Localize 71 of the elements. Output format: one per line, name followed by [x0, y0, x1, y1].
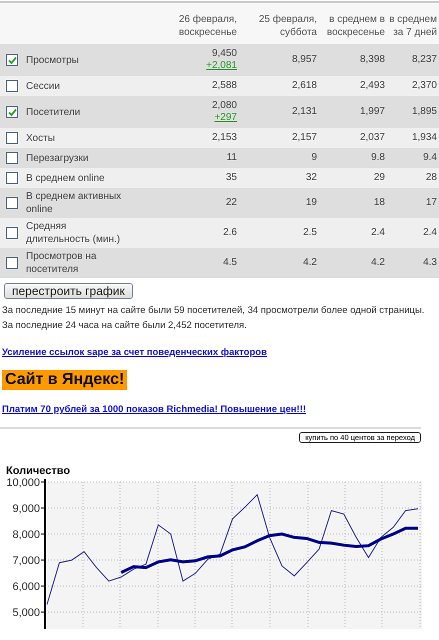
table-cell-text: 17	[424, 197, 437, 209]
row-label: Перезагрузки	[26, 152, 88, 164]
table-cell-text: 18	[372, 197, 385, 209]
ad-banner[interactable]: Сайт в Яндекс!	[2, 370, 128, 390]
table-cell-text: 2,131	[290, 106, 317, 118]
table-cell-text: 29	[372, 172, 385, 184]
table-cell-text: 2,618	[290, 80, 317, 92]
table-cell-text: 2,588	[210, 80, 237, 92]
checkbox[interactable]	[6, 227, 18, 239]
table-cell-text: 22	[224, 197, 237, 209]
tick-label: 8,000	[12, 529, 40, 542]
table-cell-text: 2.4	[370, 227, 385, 239]
table-cell-text: 19	[304, 197, 317, 209]
table-cell-text: 4.5	[222, 257, 237, 269]
table-cell-text: 28	[424, 172, 437, 184]
checkbox[interactable]	[6, 172, 18, 184]
table-cell-text: 2,153	[210, 132, 237, 144]
table-cell-text: 2,037	[358, 132, 385, 144]
column-header: в среднем за 7 дней	[389, 14, 437, 38]
checkbox[interactable]	[6, 106, 18, 118]
table-cell-text: 9,450	[210, 48, 237, 60]
tick-label: 9,000	[12, 503, 40, 516]
row-label: Посетители	[26, 106, 80, 118]
table-cell-text: 9	[310, 152, 317, 164]
table-cell-text: 9.8	[370, 152, 385, 164]
table-cell-text: 2,157	[290, 132, 317, 144]
row-label: Средняя длительность (мин.)	[26, 220, 122, 246]
row-label: В среднем online	[26, 172, 105, 184]
summary-text: За последние 24 часа на сайте были 2,452 посетителя.	[1, 319, 248, 333]
checkbox[interactable]	[6, 80, 18, 92]
table-cell-text: 32	[304, 172, 317, 184]
table-cell-text: 2.5	[302, 227, 317, 239]
table-cell-text: 11	[226, 152, 237, 164]
table-cell-text: 4.2	[370, 257, 385, 269]
table-cell-text: 8,237	[410, 54, 437, 66]
table-cell-text: 1,997	[358, 106, 385, 118]
column-header: в среднем в воскресенье	[326, 14, 385, 38]
checkbox[interactable]	[6, 132, 18, 144]
tick-label: 6,000	[12, 581, 40, 594]
table-cell-text: 2.4	[422, 227, 437, 239]
table-cell-text: 4.3	[422, 257, 437, 269]
table-cell-text: 1,934	[410, 132, 437, 144]
checkbox[interactable]	[6, 54, 18, 66]
row-label: В среднем активных online	[26, 190, 122, 216]
tick-label: 10,000	[6, 477, 40, 489]
table-cell-text: 8,398	[358, 54, 385, 66]
column-header: 26 февраля, воскресенье	[178, 14, 237, 38]
chart-title: Количество	[6, 465, 72, 477]
row-label: Просмотров на посетителя	[26, 250, 98, 276]
ad-link[interactable]: Платим 70 рублей за 1000 показов Richmedia! Повышение цен!!!	[2, 404, 306, 415]
tick-label: 5,000	[12, 607, 40, 620]
summary-text: За последние 15 минут на сайте были 59 посетителей, 34 просмотрели более одной страницы.	[1, 304, 426, 318]
table-cell-text: 8,957	[290, 54, 317, 66]
table-cell-text: 35	[224, 172, 237, 184]
checkbox[interactable]	[6, 257, 18, 269]
table-cell-text: 1,895	[410, 106, 437, 118]
checkbox[interactable]	[6, 152, 18, 164]
table-cell-text: 2,493	[358, 80, 385, 92]
checkbox[interactable]	[6, 197, 18, 209]
table-cell-text: 2,080	[210, 100, 237, 112]
row-label: Хосты	[26, 132, 55, 144]
row-label: Сессии	[26, 80, 60, 92]
rebuild-chart-button[interactable]: перестроить график	[4, 283, 133, 299]
table-cell-text: 9.4	[422, 152, 437, 164]
ad-link[interactable]: Усиление ссылок sape за счет поведенческих факторов	[2, 347, 267, 358]
table-cell-text: 2.6	[222, 227, 237, 239]
table-cell-text: 4.2	[302, 257, 317, 269]
tick-label: 7,000	[12, 555, 40, 568]
row-label: Просмотры	[26, 54, 79, 66]
column-header: 25 февраля, суббота	[258, 14, 317, 38]
table-cell-text: 2,370	[410, 80, 437, 92]
